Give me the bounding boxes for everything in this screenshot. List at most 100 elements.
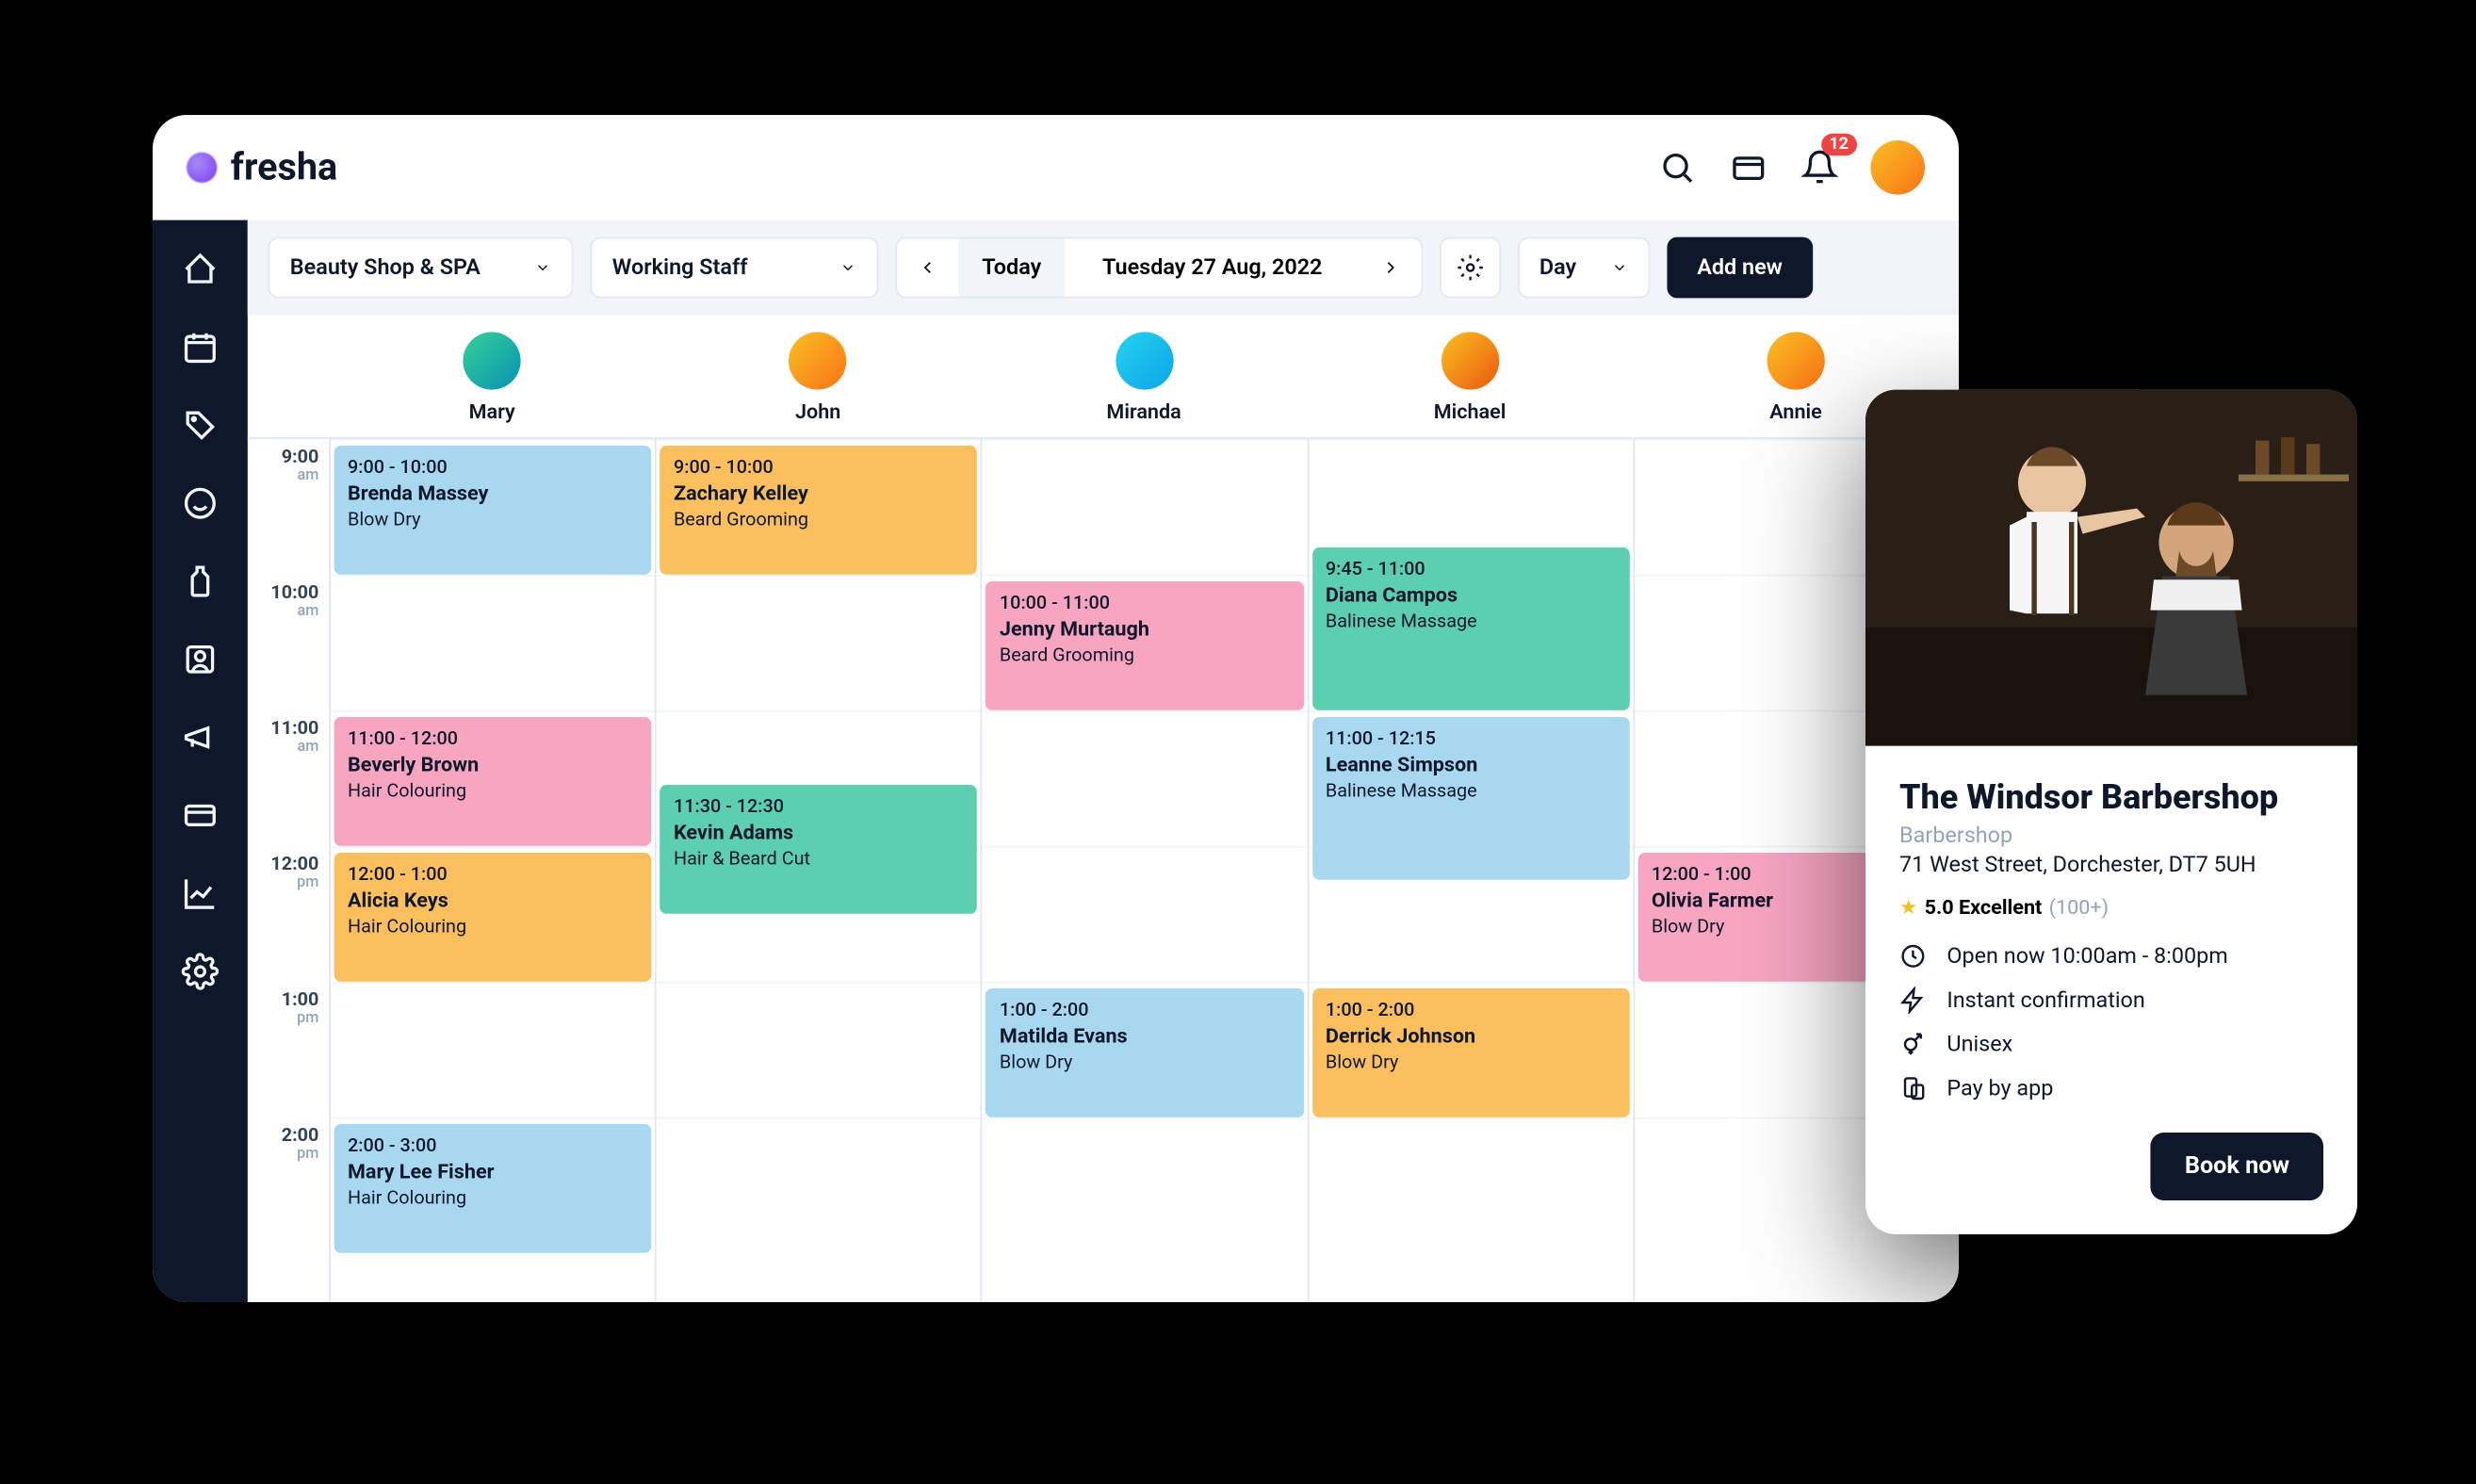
listing-category: Barbershop bbox=[1899, 824, 2323, 849]
hour-label: 12:00pm bbox=[248, 853, 329, 988]
appointment-client: Beverly Brown bbox=[348, 752, 638, 775]
notification-badge: 12 bbox=[1820, 133, 1857, 155]
appointment-service: Blow Dry bbox=[1000, 1051, 1290, 1072]
unisex-icon bbox=[1899, 1031, 1927, 1058]
user-square-icon bbox=[182, 641, 220, 678]
appointment[interactable]: 11:00 - 12:15Leanne SimpsonBalinese Mass… bbox=[1311, 717, 1629, 880]
calendar-settings-button[interactable] bbox=[1440, 236, 1501, 298]
view-selector[interactable]: Day bbox=[1517, 236, 1649, 298]
appointment-service: Hair & Beard Cut bbox=[674, 847, 964, 869]
staff-name: Michael bbox=[1434, 400, 1507, 423]
appointment-service: Balinese Massage bbox=[1326, 610, 1616, 631]
appointment-time: 11:00 - 12:00 bbox=[348, 726, 638, 748]
sidebar-item-clients[interactable] bbox=[182, 641, 220, 678]
prev-day-button[interactable] bbox=[897, 238, 958, 296]
listing-address: 71 West Street, Dorchester, DT7 5UH bbox=[1899, 853, 2323, 878]
sidebar-item-payments[interactable] bbox=[182, 796, 220, 834]
appointment-client: Zachary Kelley bbox=[674, 481, 964, 504]
smile-icon bbox=[182, 484, 220, 522]
appointment[interactable]: 1:00 - 2:00Derrick JohnsonBlow Dry bbox=[1311, 988, 1629, 1117]
sidebar-item-tags[interactable] bbox=[182, 406, 220, 444]
sidebar-item-analytics[interactable] bbox=[182, 874, 220, 912]
appointment-service: Hair Colouring bbox=[348, 779, 638, 801]
staff-column[interactable]: 9:00 - 10:00Brenda MasseyBlow Dry 11:00 -… bbox=[329, 438, 655, 1301]
appointment-service: Hair Colouring bbox=[348, 915, 638, 937]
staff-filter[interactable]: Working Staff bbox=[590, 236, 878, 298]
appointment[interactable]: 12:00 - 1:00Alicia KeysHair Colouring bbox=[334, 853, 652, 982]
brand-logo[interactable]: fresha bbox=[187, 146, 337, 188]
sidebar-item-products[interactable] bbox=[182, 563, 220, 600]
appointment-client: Leanne Simpson bbox=[1326, 752, 1616, 775]
feature-text: Pay by app bbox=[1947, 1075, 2053, 1101]
appointment-time: 12:00 - 1:00 bbox=[348, 862, 638, 884]
next-day-button[interactable] bbox=[1360, 238, 1421, 296]
staff-column[interactable]: 9:00 - 10:00 Zachary Kelley Beard Grooming… bbox=[655, 438, 981, 1301]
appointment[interactable]: 11:30 - 12:30 Kevin Adams Hair & Beard Cut bbox=[660, 785, 978, 914]
feature-unisex: Unisex bbox=[1899, 1031, 2323, 1058]
sidebar-item-marketing[interactable] bbox=[182, 718, 220, 756]
hour-label: 2:00pm bbox=[248, 1124, 329, 1260]
appointment[interactable]: 9:00 - 10:00Brenda MasseyBlow Dry bbox=[334, 446, 652, 575]
appointment[interactable]: 9:00 - 10:00 Zachary Kelley Beard Grooming bbox=[660, 446, 978, 575]
gear-icon bbox=[1457, 253, 1484, 281]
staff-name: Miranda bbox=[1106, 400, 1181, 423]
appointment[interactable]: 10:00 - 11:00Jenny MurtaughBeard Groomin… bbox=[986, 581, 1304, 710]
appointment-time: 2:00 - 3:00 bbox=[348, 1133, 638, 1155]
appointment-service: Hair Colouring bbox=[348, 1186, 638, 1208]
brand-name: fresha bbox=[231, 146, 337, 188]
wallet-button[interactable] bbox=[1728, 147, 1768, 188]
add-new-button[interactable]: Add new bbox=[1667, 236, 1814, 298]
staff-column-header[interactable]: Mary bbox=[329, 315, 655, 437]
search-button[interactable] bbox=[1657, 147, 1698, 188]
appointment[interactable]: 2:00 - 3:00Mary Lee FisherHair Colouring bbox=[334, 1124, 652, 1253]
listing-card: The Windsor Barbershop Barbershop 71 Wes… bbox=[1865, 389, 2357, 1233]
brand-dot-icon bbox=[187, 152, 217, 182]
appointment-service: Blow Dry bbox=[1326, 1051, 1616, 1072]
appointment[interactable]: 9:45 - 11:00Diana CamposBalinese Massage bbox=[1311, 547, 1629, 710]
profile-avatar[interactable] bbox=[1870, 140, 1925, 195]
staff-column-header[interactable]: John bbox=[655, 315, 981, 437]
appointment[interactable]: 11:00 - 12:00 Beverly Brown Hair Colouring bbox=[334, 717, 652, 846]
calendar-toolbar: Beauty Shop & SPA Working Staff Today Tu… bbox=[248, 220, 1959, 315]
appointment-client: Jenny Murtaugh bbox=[1000, 616, 1290, 640]
appointment-client: Kevin Adams bbox=[674, 820, 964, 843]
phone-pay-icon bbox=[1899, 1074, 1927, 1101]
sidebar-item-feedback[interactable] bbox=[182, 484, 220, 522]
shop-selector[interactable]: Beauty Shop & SPA bbox=[268, 236, 573, 298]
feature-confirmation: Instant confirmation bbox=[1899, 987, 2323, 1014]
book-now-button[interactable]: Book now bbox=[2151, 1133, 2323, 1200]
current-date: Tuesday 27 Aug, 2022 bbox=[1065, 238, 1360, 296]
appointment-time: 11:30 - 12:30 bbox=[674, 794, 964, 816]
bottle-icon bbox=[182, 563, 220, 600]
staff-name: John bbox=[795, 400, 840, 423]
notifications-button[interactable]: 12 bbox=[1800, 147, 1840, 188]
time-axis: 9:00am 10:00am 11:00am 12:00pm 1:00pm 2:… bbox=[248, 438, 329, 1301]
clock-icon bbox=[1899, 942, 1927, 970]
appointment-client: Diana Campos bbox=[1326, 582, 1616, 606]
gear-icon bbox=[182, 953, 220, 990]
appointment-time: 10:00 - 11:00 bbox=[1000, 591, 1290, 612]
star-icon: ★ bbox=[1899, 895, 1917, 919]
chevron-right-icon bbox=[1380, 257, 1401, 278]
tag-icon bbox=[182, 406, 220, 444]
sidebar-item-home[interactable] bbox=[182, 251, 220, 288]
appointment[interactable]: 1:00 - 2:00Matilda EvansBlow Dry bbox=[986, 988, 1304, 1117]
sidebar-item-calendar[interactable] bbox=[182, 328, 220, 366]
sidebar-item-settings[interactable] bbox=[182, 953, 220, 990]
staff-column[interactable]: 9:45 - 11:00Diana CamposBalinese Massage… bbox=[1307, 438, 1633, 1301]
listing-image bbox=[1865, 389, 2357, 745]
appointment-service: Beard Grooming bbox=[674, 508, 964, 530]
appointment-service: Blow Dry bbox=[348, 508, 638, 530]
appointment-time: 9:00 - 10:00 bbox=[674, 455, 964, 477]
staff-column-header[interactable]: Michael bbox=[1307, 315, 1633, 437]
staff-column-header[interactable]: Miranda bbox=[981, 315, 1307, 437]
feature-text: Unisex bbox=[1947, 1031, 2012, 1056]
feature-hours: Open now 10:00am - 8:00pm bbox=[1899, 942, 2323, 970]
hour-label: 1:00pm bbox=[248, 988, 329, 1124]
hour-label: 9:00am bbox=[248, 446, 329, 581]
appointment-client: Derrick Johnson bbox=[1326, 1023, 1616, 1047]
staff-column[interactable]: 10:00 - 11:00Jenny MurtaughBeard Groomin… bbox=[981, 438, 1307, 1301]
today-button[interactable]: Today bbox=[958, 238, 1065, 296]
calendar-grid: 9:00am 10:00am 11:00am 12:00pm 1:00pm 2:… bbox=[248, 438, 1959, 1301]
chevron-down-icon bbox=[534, 259, 551, 276]
